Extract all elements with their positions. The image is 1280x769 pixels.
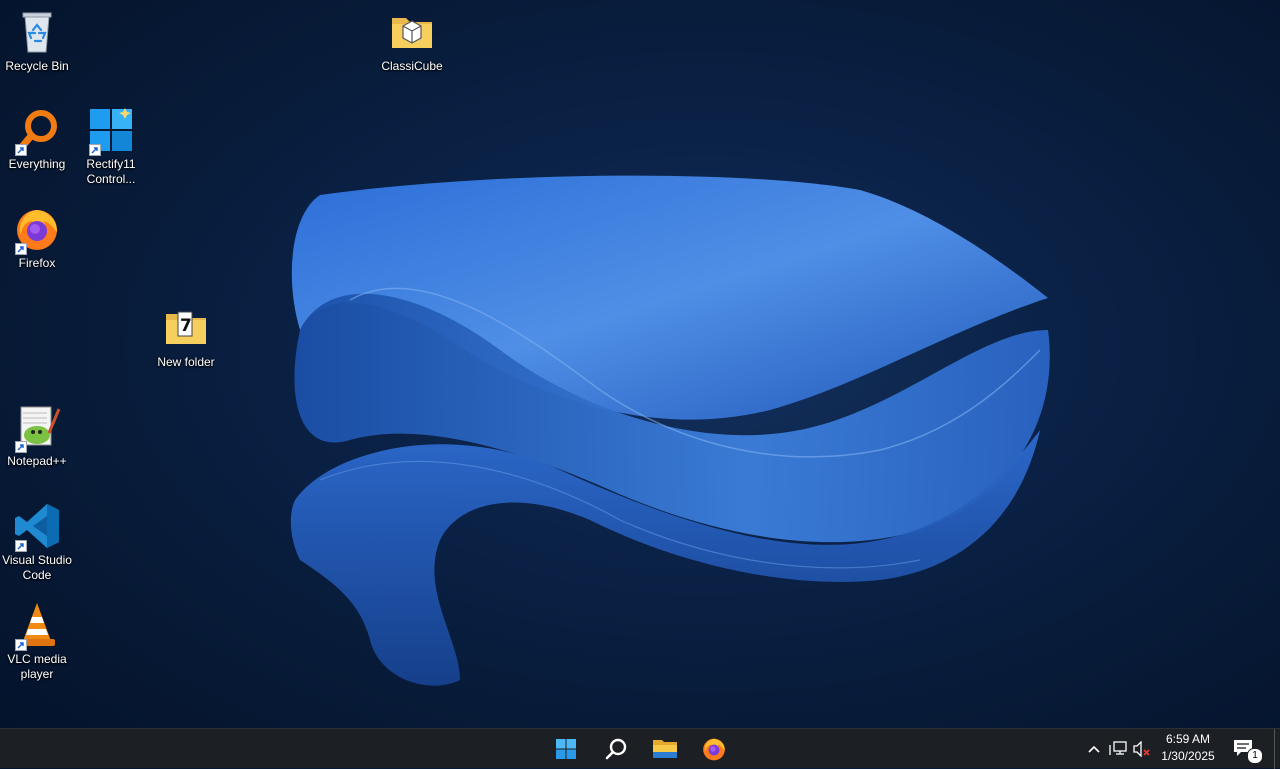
shortcut-arrow-icon: [15, 144, 27, 156]
taskbar: 6:59 AM 1/30/2025 1: [0, 728, 1280, 769]
desktop-icon-label: Rectify11 Control...: [86, 157, 136, 186]
notification-center-button[interactable]: 1: [1226, 731, 1263, 767]
vlc-cone-icon: [13, 601, 61, 651]
desktop-icon-label: Firefox: [18, 256, 56, 270]
chevron-up-icon: [1088, 745, 1100, 753]
desktop-icon-notepad-plus-plus[interactable]: Notepad++: [0, 403, 75, 469]
clock-date: 1/30/2025: [1161, 749, 1215, 763]
shortcut-arrow-icon: [89, 144, 101, 156]
desktop-icon-visual-studio-code[interactable]: Visual Studio Code: [0, 502, 75, 583]
desktop-icon-label: ClassiCube: [381, 59, 443, 73]
rectify11-icon: [87, 106, 135, 156]
shortcut-arrow-icon: [15, 441, 27, 453]
desktop-icon-recycle-bin[interactable]: Recycle Bin: [0, 8, 75, 74]
notification-badge: 1: [1247, 748, 1263, 764]
vscode-icon: [13, 502, 61, 552]
desktop-icon-label: Visual Studio Code: [2, 553, 72, 582]
search-icon: [605, 738, 627, 760]
desktop-icon-label: VLC media player: [7, 652, 67, 681]
shortcut-arrow-icon: [15, 639, 27, 651]
desktop-icon-everything[interactable]: Everything: [0, 106, 75, 172]
desktop-icon-label: New folder: [157, 355, 215, 369]
desktop-icon-vlc[interactable]: VLC media player: [0, 601, 75, 682]
network-icon: [1109, 741, 1127, 755]
folder-icon: [388, 8, 436, 56]
start-button[interactable]: [546, 731, 586, 767]
file-explorer-button[interactable]: [645, 731, 685, 767]
clock-time: 6:59 AM: [1165, 732, 1211, 746]
shortcut-arrow-icon: [15, 540, 27, 552]
desktop-icon-firefox[interactable]: Firefox: [0, 205, 75, 271]
network-button[interactable]: [1106, 731, 1130, 767]
volume-button[interactable]: [1130, 731, 1154, 767]
everything-search-icon: [13, 106, 61, 156]
notepad-plus-plus-icon: [13, 403, 61, 453]
desktop-icon-label: Recycle Bin: [5, 59, 69, 73]
desktop-icon-label: Everything: [8, 157, 66, 171]
show-hidden-icons-button[interactable]: [1082, 731, 1106, 767]
firefox-icon: [703, 738, 725, 761]
firefox-taskbar-button[interactable]: [694, 731, 734, 767]
clock[interactable]: 6:59 AM 1/30/2025: [1156, 731, 1220, 767]
windows-start-icon: [556, 739, 576, 759]
show-desktop-button[interactable]: [1274, 729, 1280, 769]
svg-text:7: 7: [180, 316, 192, 336]
shortcut-arrow-icon: [15, 243, 27, 255]
recycle-bin-icon: [13, 8, 61, 56]
file-explorer-icon: [653, 740, 677, 758]
volume-muted-icon: [1133, 741, 1150, 757]
folder-icon: 7: [162, 304, 210, 352]
desktop-icon-label: Notepad++: [7, 454, 67, 468]
search-button[interactable]: [596, 731, 636, 767]
firefox-icon: [13, 205, 61, 255]
desktop-icon-new-folder[interactable]: 7 New folder: [148, 304, 224, 370]
desktop-icon-classicube[interactable]: ClassiCube: [374, 8, 450, 74]
desktop-icon-rectify11[interactable]: Rectify11 Control...: [73, 106, 149, 187]
